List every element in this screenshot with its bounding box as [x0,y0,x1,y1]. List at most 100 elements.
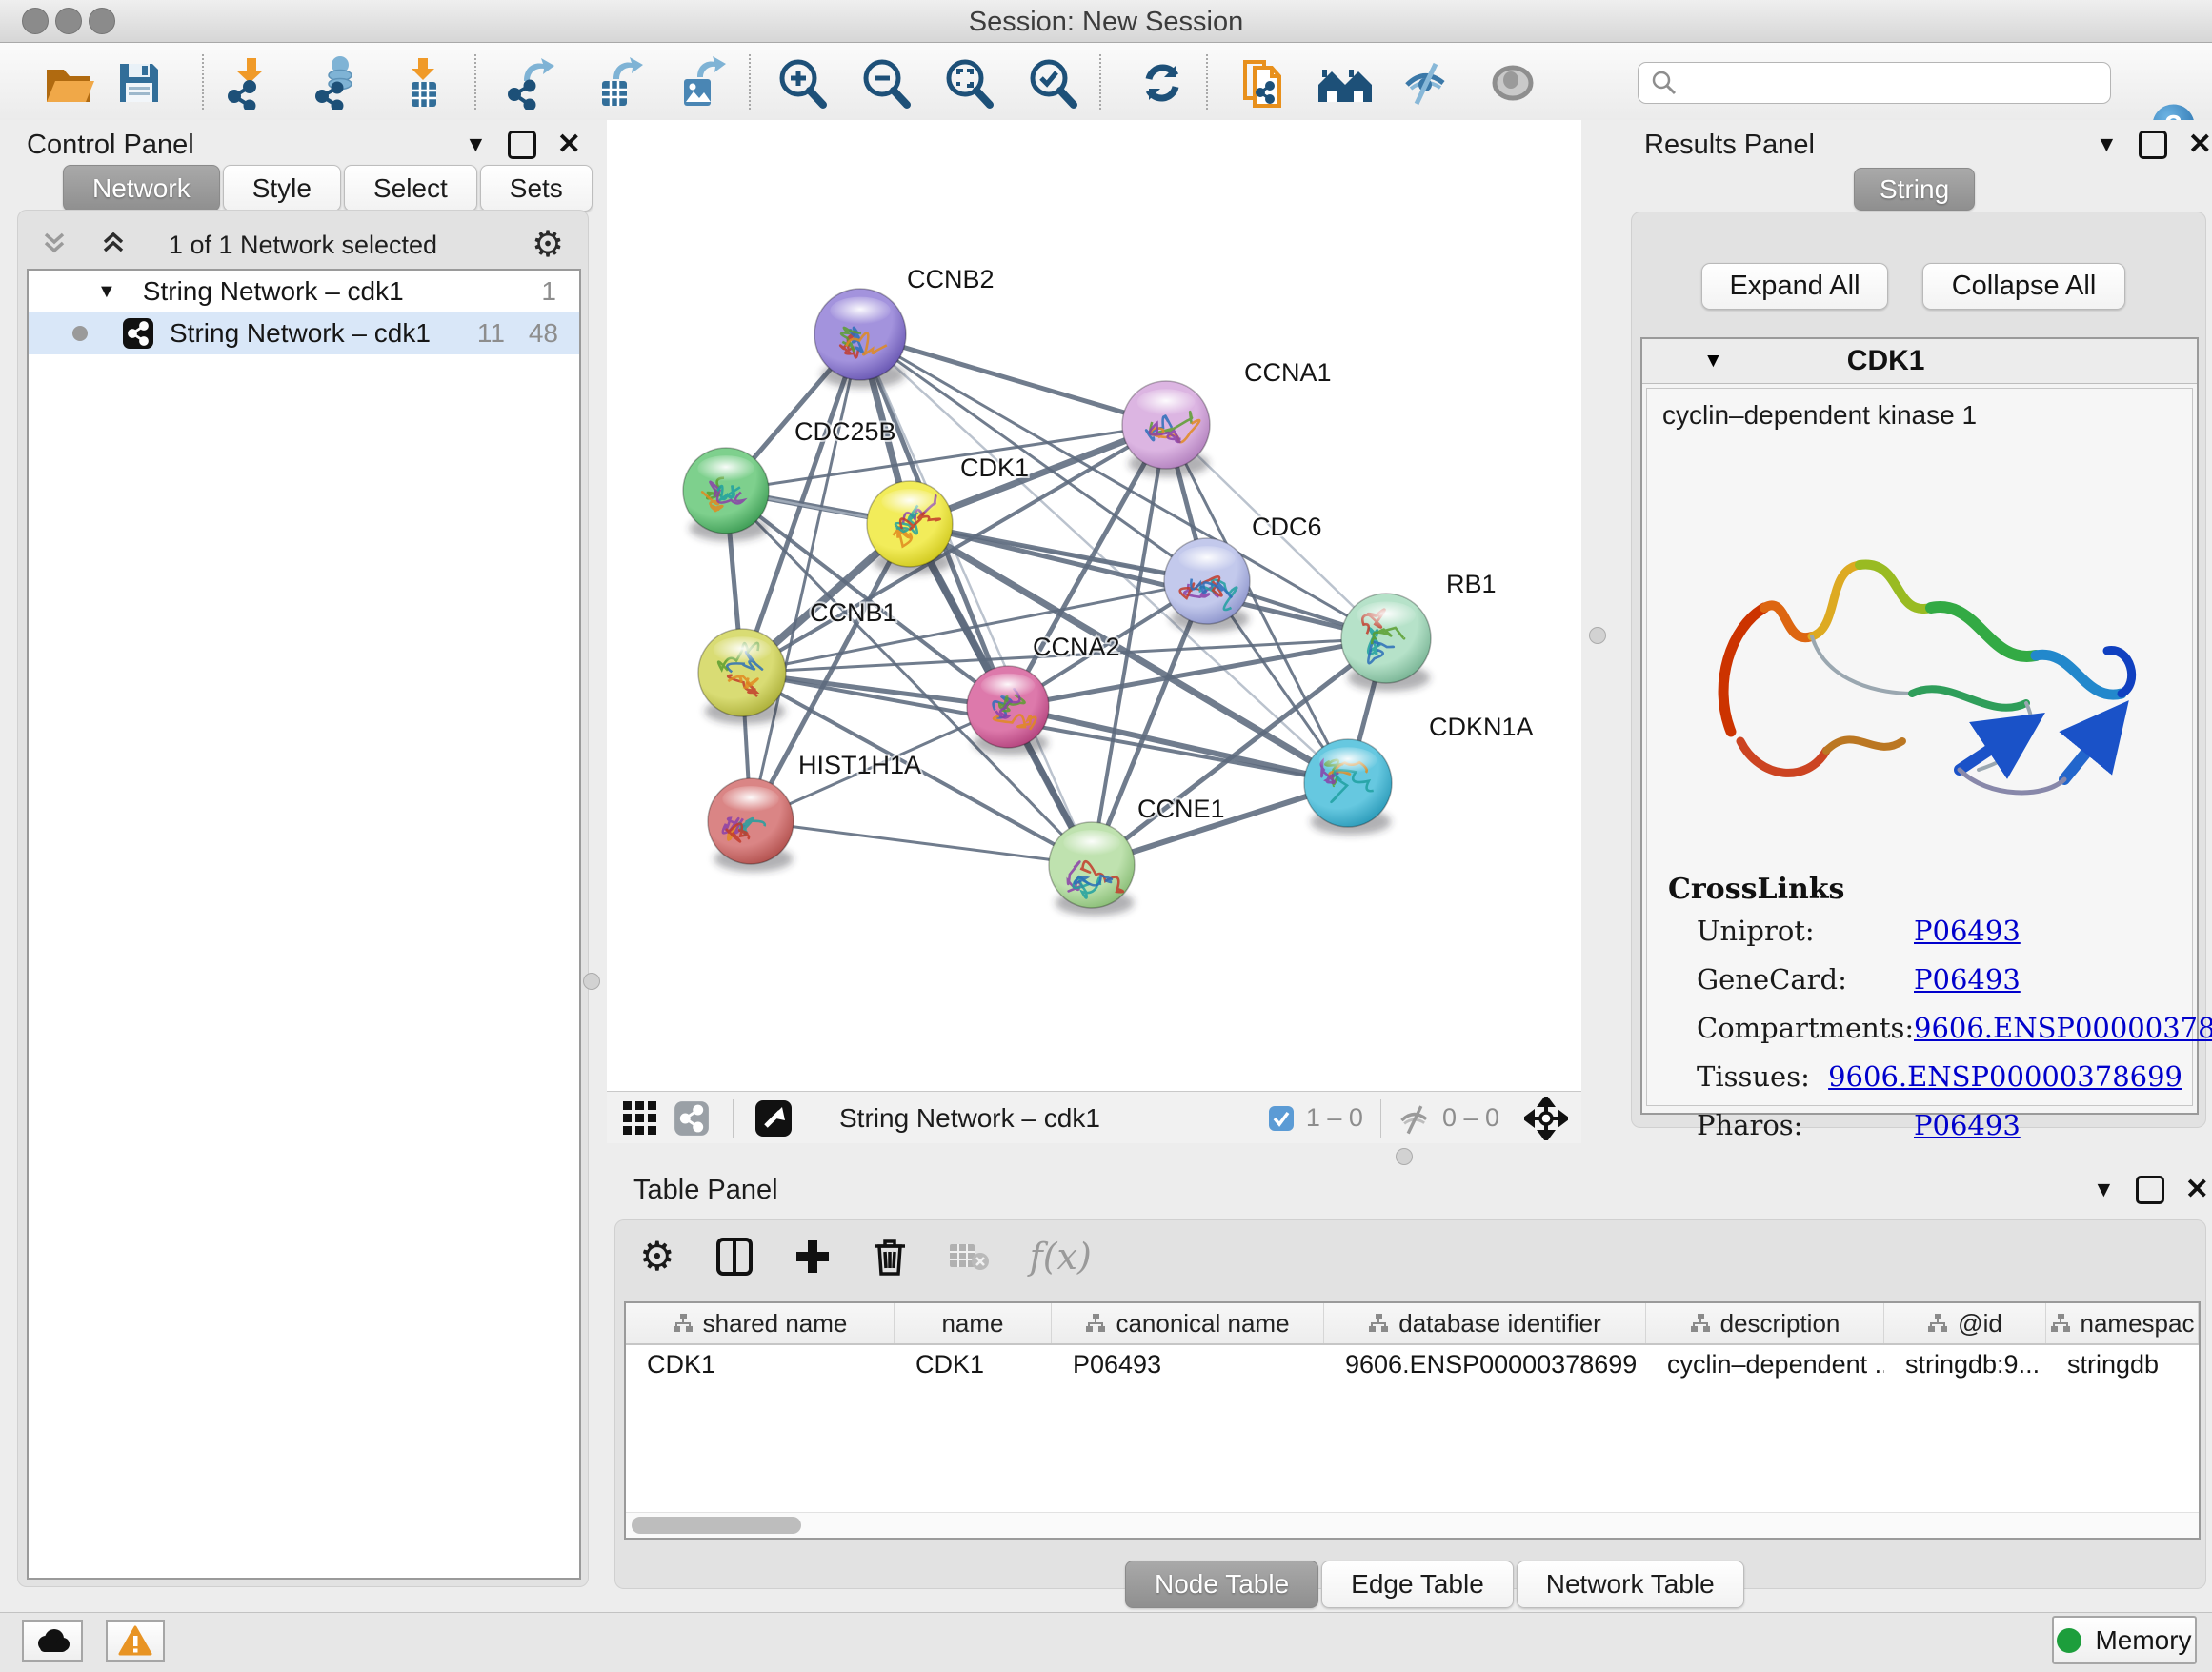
refresh-icon[interactable] [1136,56,1189,110]
edge-CCNB2-CCNA1[interactable] [860,334,1166,425]
node-table[interactable]: shared namenamecanonical namedatabase id… [624,1301,2201,1540]
network-canvas[interactable]: CCNB2CCNA1CDC25BCDK1CDC6RB1CCNB1CCNA2CDK… [607,120,1581,1091]
save-session-icon[interactable] [112,56,166,110]
zoom-in-icon[interactable] [775,56,829,110]
network-row-selected[interactable]: String Network – cdk1 11 48 [29,312,579,354]
results-panel-menu-icon[interactable]: ▼ [2096,131,2118,157]
table-cell[interactable]: 9606.ENSP00000378699 [1324,1345,1646,1385]
edge-CCNA1-CDC25B[interactable] [726,425,1166,491]
warning-status-button[interactable] [106,1620,165,1662]
export-image-icon[interactable] [673,56,726,110]
tab-string[interactable]: String [1854,168,1975,211]
network-options-gear-icon[interactable]: ⚙ [532,223,564,266]
crosslink-value[interactable]: P06493 [1914,915,2021,947]
table-panel-menu-icon[interactable]: ▼ [2093,1177,2115,1202]
table-cell[interactable]: CDK1 [895,1345,1052,1385]
show-columns-icon[interactable] [715,1237,754,1277]
horizontal-splitter-handle[interactable] [1396,1148,1413,1165]
network-node-CCNA1[interactable] [1122,381,1210,476]
search-box[interactable] [1638,62,2111,104]
network-node-CDK1[interactable] [867,481,953,574]
table-row[interactable]: CDK1CDK1P064939606.ENSP00000378699cyclin… [626,1345,2199,1385]
tab-sets[interactable]: Sets [480,165,593,212]
tab-edge-table[interactable]: Edge Table [1321,1561,1514,1608]
network-graph[interactable]: CCNB2CCNA1CDC25BCDK1CDC6RB1CCNB1CCNA2CDK… [607,120,1581,1091]
tab-network-table[interactable]: Network Table [1517,1561,1744,1608]
tree-collapse-icon[interactable]: ▼ [97,281,116,303]
pan-move-icon[interactable] [1524,1097,1568,1140]
protein-collapse-icon[interactable]: ▼ [1703,350,1723,373]
right-splitter-handle[interactable] [1589,627,1606,644]
table-cell[interactable]: CDK1 [626,1345,895,1385]
network-collection-row[interactable]: ▼ String Network – cdk1 1 [29,271,579,312]
tab-network[interactable]: Network [63,165,220,212]
network-view-icon[interactable] [674,1100,710,1137]
network-node-CDKN1A[interactable] [1304,739,1392,835]
network-node-CCNB2[interactable] [814,289,906,389]
function-builder-icon[interactable]: f(x) [1030,1236,1092,1278]
import-table-icon[interactable] [396,56,450,110]
column-header-shared-name[interactable]: shared name [626,1303,895,1343]
zoom-fit-icon[interactable] [942,56,995,110]
crosslink-value[interactable]: 9606.ENSP00000378699 [1828,1060,2182,1093]
create-column-icon[interactable] [794,1238,832,1276]
delete-table-icon[interactable] [948,1240,990,1273]
control-panel-float-icon[interactable] [508,131,536,159]
table-cell[interactable]: stringdb [2046,1345,2199,1385]
column-header-name[interactable]: name [895,1303,1052,1343]
table-cell[interactable]: P06493 [1052,1345,1324,1385]
column-header-namespac[interactable]: namespac [2046,1303,2199,1343]
grid-view-icon[interactable] [620,1098,660,1138]
horizontal-splitter[interactable] [607,1143,1581,1167]
network-node-CDC25B[interactable] [683,448,769,541]
delete-column-icon[interactable] [872,1237,908,1277]
table-horizontal-scrollbar[interactable] [626,1512,2199,1538]
column-header-database-identifier[interactable]: database identifier [1324,1303,1646,1343]
tab-node-table[interactable]: Node Table [1125,1561,1318,1608]
control-panel-close-icon[interactable]: ✕ [557,128,581,161]
network-node-CCNE1[interactable] [1049,822,1135,916]
crosslink-value[interactable]: P06493 [1914,1109,2021,1141]
network-node-RB1[interactable] [1341,594,1431,691]
export-network-icon[interactable] [503,56,556,110]
export-table-icon[interactable] [591,56,644,110]
column-header-description[interactable]: description [1646,1303,1884,1343]
protein-card-header[interactable]: ▼ CDK1 [1642,339,2197,384]
zoom-selected-icon[interactable] [1026,56,1079,110]
table-cell[interactable]: cyclin–dependent ... [1646,1345,1884,1385]
control-panel-menu-icon[interactable]: ▼ [465,131,487,157]
open-session-icon[interactable] [42,56,95,110]
tab-select[interactable]: Select [344,165,477,212]
left-splitter-handle[interactable] [583,973,600,990]
results-panel-float-icon[interactable] [2139,131,2167,159]
cloud-status-button[interactable] [22,1620,83,1662]
string-home-icon[interactable] [1317,56,1370,110]
network-node-CDC6[interactable] [1164,538,1250,632]
import-network-icon[interactable] [223,56,276,110]
zoom-out-icon[interactable] [859,56,913,110]
document-network-icon[interactable] [1237,56,1291,110]
edge-CCNA2-CDKN1A[interactable] [1008,707,1348,783]
network-node-CCNB1[interactable] [698,629,786,724]
tab-style[interactable]: Style [223,165,341,212]
column-header-@id[interactable]: @id [1884,1303,2046,1343]
show-panel-eye-icon[interactable] [1486,56,1539,110]
column-header-canonical-name[interactable]: canonical name [1052,1303,1324,1343]
table-panel-close-icon[interactable]: ✕ [2185,1173,2209,1206]
right-splitter[interactable] [1581,120,1625,1167]
table-cell[interactable]: stringdb:9... [1884,1345,2046,1385]
table-scrollbar-thumb[interactable] [632,1517,801,1534]
memory-button[interactable]: Memory [2052,1616,2197,1664]
expand-all-button[interactable]: Expand All [1701,263,1888,310]
search-input[interactable] [1679,68,2082,99]
birds-eye-view-icon[interactable] [754,1099,793,1138]
network-node-CCNA2[interactable] [967,666,1049,755]
table-panel-float-icon[interactable] [2136,1176,2164,1204]
hide-panel-eye-slash-icon[interactable] [1399,56,1453,110]
import-database-icon[interactable] [309,56,362,110]
crosslink-value[interactable]: P06493 [1914,963,2021,996]
table-options-gear-icon[interactable]: ⚙ [639,1233,675,1279]
network-node-HIST1H1A[interactable] [708,778,794,872]
hidden-eye-icon[interactable] [1397,1102,1433,1135]
results-panel-close-icon[interactable]: ✕ [2188,128,2212,161]
